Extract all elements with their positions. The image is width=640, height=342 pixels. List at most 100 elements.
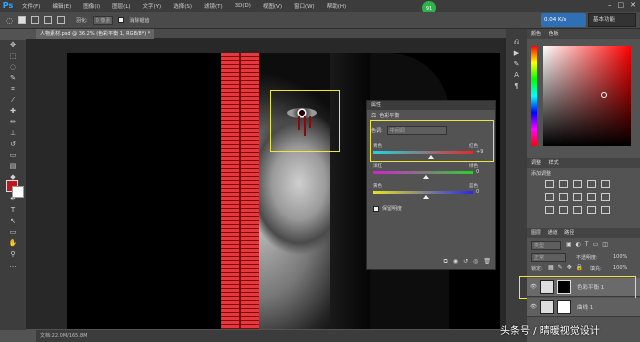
type-tool-icon[interactable]: T	[0, 205, 26, 216]
lock-move-icon[interactable]: ✥	[567, 264, 572, 271]
hue-slider[interactable]	[531, 46, 537, 146]
menu-view[interactable]: 视图(V)	[257, 2, 288, 10]
eraser-tool-icon[interactable]: ▭	[0, 150, 26, 161]
history-panel-icon[interactable]: ⎌	[506, 37, 527, 48]
menu-3d[interactable]: 3D(D)	[229, 3, 257, 9]
menu-edit[interactable]: 编辑(E)	[46, 2, 77, 10]
maximize-icon[interactable]: □	[618, 1, 625, 9]
crop-tool-icon[interactable]: ⌗	[0, 84, 26, 95]
paragraph-panel-icon[interactable]: ¶	[506, 81, 527, 92]
menu-type[interactable]: 文字(Y)	[137, 2, 168, 10]
quick-select-tool-icon[interactable]: ✎	[0, 73, 26, 84]
stamp-tool-icon[interactable]: ⊥	[0, 128, 26, 139]
minimize-icon[interactable]: –	[608, 1, 612, 9]
channel-mixer-icon[interactable]	[601, 193, 610, 201]
filter-smart-icon[interactable]: ◫	[602, 241, 608, 248]
view-previous-icon[interactable]: ◉	[453, 258, 458, 266]
subtract-selection-icon[interactable]	[43, 16, 52, 24]
move-tool-icon[interactable]: ✥	[0, 40, 26, 51]
opacity-value[interactable]: 100%	[613, 254, 627, 260]
yellow-blue-value[interactable]: 0	[476, 189, 479, 195]
tab-color[interactable]: 颜色	[531, 31, 541, 37]
lasso-icon[interactable]: ◌	[6, 16, 13, 25]
color-balance-icon[interactable]	[559, 193, 568, 201]
lock-brush-icon[interactable]: ✎	[558, 264, 563, 271]
marquee-tool-icon[interactable]: ⬚	[0, 51, 26, 62]
black-white-icon[interactable]	[573, 193, 582, 201]
close-icon[interactable]: ✕	[630, 1, 636, 9]
slider-thumb[interactable]	[423, 195, 429, 199]
new-selection-icon[interactable]	[17, 16, 26, 24]
slider-thumb[interactable]	[423, 175, 429, 179]
threshold-icon[interactable]	[573, 206, 582, 214]
layer-filter-select[interactable]: 类型	[531, 241, 561, 250]
feather-input[interactable]: 0 像素	[92, 15, 114, 25]
tab-swatches[interactable]: 色板	[549, 31, 559, 37]
lasso-tool-icon[interactable]: ◌	[0, 62, 26, 73]
filter-shape-icon[interactable]: ▭	[593, 241, 599, 248]
actions-panel-icon[interactable]: ▶	[506, 48, 527, 59]
menu-select[interactable]: 选择(S)	[167, 2, 198, 10]
antialias-checkbox[interactable]	[118, 17, 125, 23]
tab-paths[interactable]: 路径	[564, 230, 574, 236]
zoom-tool-icon[interactable]: ⚲	[0, 249, 26, 260]
history-brush-tool-icon[interactable]: ↺	[0, 139, 26, 150]
color-picker-marker[interactable]	[601, 92, 607, 98]
invert-icon[interactable]	[545, 206, 554, 214]
filter-type-icon[interactable]: T	[585, 241, 589, 248]
document-tab[interactable]: 人物素材.psd @ 36.2% (色彩平衡 1, RGB/8*) *	[36, 29, 155, 39]
shape-tool-icon[interactable]: ▭	[0, 227, 26, 238]
posterize-icon[interactable]	[559, 206, 568, 214]
filter-adjust-icon[interactable]: ◐	[576, 241, 581, 248]
lock-all-icon[interactable]: 🔒	[576, 264, 583, 271]
path-select-tool-icon[interactable]: ↖	[0, 216, 26, 227]
fill-value[interactable]: 100%	[613, 265, 627, 271]
eyedropper-tool-icon[interactable]: ⁄	[0, 95, 26, 106]
menu-layer[interactable]: 图层(L)	[106, 2, 136, 10]
lock-pixels-icon[interactable]: ▦	[548, 264, 554, 271]
photo-filter-icon[interactable]	[587, 193, 596, 201]
brightness-icon[interactable]	[545, 180, 554, 188]
layer-row[interactable]: 👁 曲线 1	[527, 298, 640, 317]
blend-mode-select[interactable]: 正常	[531, 253, 566, 262]
healing-tool-icon[interactable]: ✚	[0, 106, 26, 117]
menu-window[interactable]: 窗口(W)	[288, 2, 321, 10]
menu-filter[interactable]: 滤镜(T)	[198, 2, 229, 10]
tab-styles[interactable]: 样式	[549, 160, 559, 166]
tab-channels[interactable]: 通道	[548, 230, 558, 236]
curves-icon[interactable]	[573, 180, 582, 188]
magenta-green-value[interactable]: 0	[476, 169, 479, 175]
brush-tool-icon[interactable]: ✏	[0, 117, 26, 128]
selective-color-icon[interactable]	[601, 206, 610, 214]
gradient-tool-icon[interactable]: ▤	[0, 161, 26, 172]
hand-tool-icon[interactable]: ✋	[0, 238, 26, 249]
clip-icon[interactable]: ⧉	[444, 258, 448, 266]
add-selection-icon[interactable]	[30, 16, 39, 24]
layer-name[interactable]: 曲线 1	[577, 303, 593, 311]
filter-pixel-icon[interactable]: ▣	[566, 241, 572, 248]
magenta-green-slider[interactable]	[373, 170, 473, 174]
trash-icon[interactable]: 🗑	[483, 258, 491, 266]
reset-icon[interactable]: ↺	[463, 258, 468, 266]
visibility-icon[interactable]: ◎	[473, 258, 478, 266]
more-tools-icon[interactable]: …	[0, 260, 26, 271]
hue-saturation-icon[interactable]	[545, 193, 554, 201]
exposure-icon[interactable]	[587, 180, 596, 188]
workspace-select[interactable]: 基本功能	[588, 13, 636, 27]
eye-icon[interactable]: 👁	[530, 304, 537, 310]
levels-icon[interactable]	[559, 180, 568, 188]
brush-panel-icon[interactable]: ✎	[506, 59, 527, 70]
tab-adjustments[interactable]: 调整	[531, 160, 541, 166]
character-panel-icon[interactable]: A	[506, 70, 527, 81]
vibrance-icon[interactable]	[601, 180, 610, 188]
menu-image[interactable]: 图像(I)	[77, 2, 106, 10]
yellow-blue-slider[interactable]	[373, 190, 473, 194]
color-picker-field[interactable]	[543, 46, 631, 146]
intersect-selection-icon[interactable]	[56, 16, 65, 24]
preserve-luminosity-checkbox[interactable]	[373, 205, 379, 212]
background-color-swatch[interactable]	[12, 186, 24, 198]
menu-help[interactable]: 帮助(H)	[321, 2, 352, 10]
menu-file[interactable]: 文件(F)	[16, 2, 46, 10]
gradient-map-icon[interactable]	[587, 206, 596, 214]
tab-layers[interactable]: 图层	[531, 230, 541, 236]
